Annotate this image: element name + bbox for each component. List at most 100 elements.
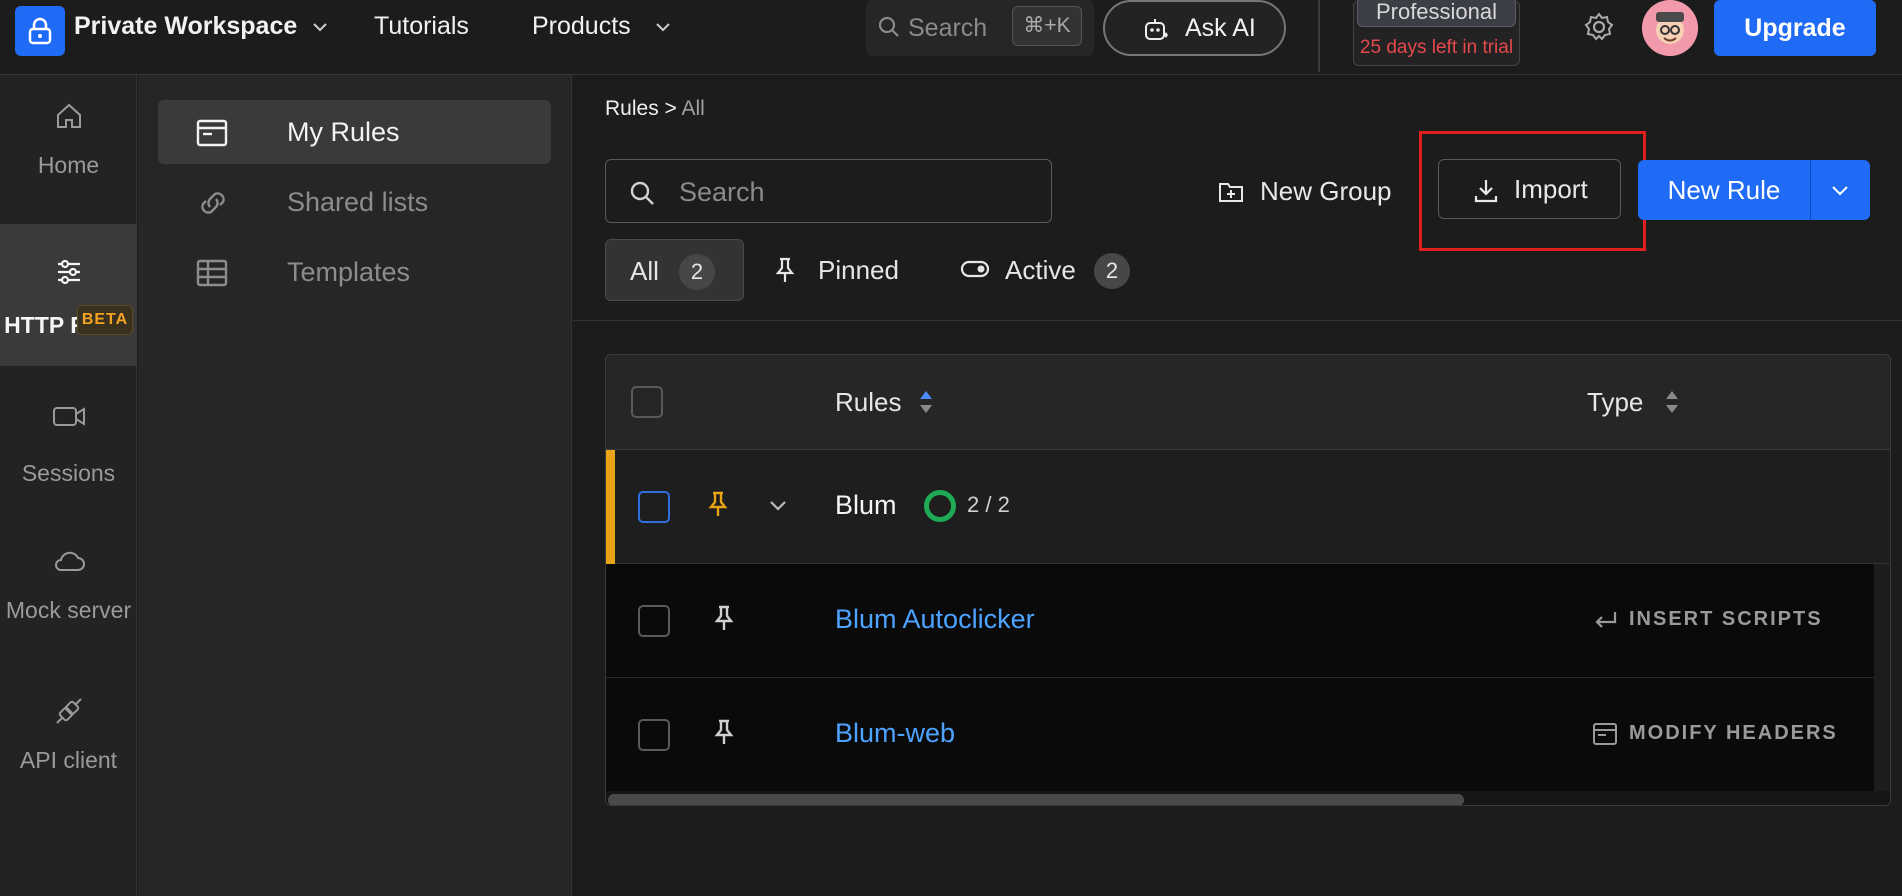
chevron-down-icon[interactable] [653, 17, 673, 42]
table-icon [196, 259, 228, 292]
chevron-down-icon[interactable] [767, 494, 789, 521]
pin-icon[interactable] [712, 718, 736, 751]
workspace-name[interactable]: Private Workspace [74, 12, 297, 41]
divider [1810, 160, 1811, 220]
plan-status[interactable]: Professional 25 days left in trial [1353, 0, 1520, 66]
scrollbar-thumb[interactable] [608, 794, 1464, 805]
plan-badge: Professional [1357, 0, 1516, 27]
group-checkbox[interactable] [638, 491, 670, 523]
rules-sidebar: My Rules Shared lists Templates [138, 75, 572, 896]
new-rule-button[interactable]: New Rule [1638, 160, 1870, 220]
link-icon [196, 189, 230, 222]
table-row[interactable]: Blum Autoclicker INSERT SCRIPTS [606, 564, 1874, 678]
nav-sessions[interactable]: Sessions [0, 400, 137, 500]
column-header-type[interactable]: Type [1587, 387, 1643, 418]
row-checkbox[interactable] [638, 719, 670, 751]
upgrade-button[interactable]: Upgrade [1714, 0, 1876, 56]
filter-all[interactable]: All 2 [605, 239, 744, 301]
chevron-down-icon[interactable] [1828, 178, 1852, 207]
sidebar-item-label: Templates [287, 257, 411, 287]
rule-name-link[interactable]: Blum-web [835, 718, 955, 749]
nav-mock-server-label: Mock server [5, 597, 132, 623]
nav-api-client[interactable]: API client [0, 695, 137, 795]
video-icon [0, 400, 137, 438]
chevron-down-icon[interactable] [310, 17, 330, 42]
beta-badge: BETA [77, 305, 133, 335]
nav-sessions-label: Sessions [21, 460, 116, 486]
ask-ai-button[interactable]: Ask AI [1103, 0, 1286, 56]
nav-home[interactable]: Home [0, 100, 137, 190]
table-row[interactable]: Blum-web MODIFY HEADERS [606, 678, 1874, 792]
home-icon [0, 100, 137, 138]
sidebar-item-shared-lists[interactable]: Shared lists [158, 170, 551, 234]
gear-icon[interactable] [1582, 10, 1616, 49]
breadcrumb: Rules > All [605, 97, 705, 121]
new-rule-label[interactable]: New Rule [1638, 160, 1810, 220]
divider [573, 320, 1902, 321]
filter-active-count: 2 [1094, 253, 1130, 289]
select-all-checkbox[interactable] [631, 386, 663, 418]
sort-icon[interactable] [1664, 389, 1680, 420]
group-row[interactable]: Blum 2 / 2 [606, 450, 1890, 564]
main-content: Rules > All Search New Group Import New … [573, 75, 1902, 896]
nav-mock-server[interactable]: Mock server [0, 545, 137, 645]
breadcrumb-separator: > [664, 97, 677, 120]
filter-pinned[interactable]: Pinned [773, 239, 923, 301]
cloud-icon [0, 545, 137, 583]
rule-name-link[interactable]: Blum Autoclicker [835, 604, 1035, 635]
group-accent-bar [606, 450, 615, 564]
filter-all-label: All [630, 256, 659, 286]
group-active-count: 2 / 2 [967, 492, 1010, 517]
products-menu[interactable]: Products [532, 12, 631, 41]
primary-nav: Home HTTP Rules Sessions Mock server API… [0, 75, 137, 896]
breadcrumb-root[interactable]: Rules [605, 97, 659, 120]
return-arrow-icon [1591, 608, 1619, 637]
sliders-icon [0, 256, 137, 294]
tutorials-link[interactable]: Tutorials [374, 12, 469, 41]
plug-icon [0, 695, 137, 733]
filter-pinned-label: Pinned [818, 255, 899, 285]
user-avatar[interactable] [1642, 0, 1698, 56]
group-name[interactable]: Blum [835, 490, 897, 521]
search-icon [628, 179, 656, 212]
pin-icon[interactable] [712, 604, 736, 637]
pin-icon[interactable] [706, 490, 730, 523]
new-group-label: New Group [1260, 176, 1392, 206]
search-shortcut: ⌘+K [1012, 6, 1082, 46]
folder-plus-icon [1218, 180, 1244, 209]
sidebar-item-templates[interactable]: Templates [158, 240, 551, 304]
sidebar-item-label: My Rules [287, 117, 400, 147]
browser-window-icon [196, 119, 228, 152]
filter-active[interactable]: Active 2 [960, 239, 1160, 301]
filter-all-count: 2 [679, 254, 715, 290]
row-checkbox[interactable] [638, 605, 670, 637]
rules-search-input[interactable]: Search [605, 159, 1052, 223]
nav-api-client-label: API client [19, 747, 118, 773]
divider [1318, 0, 1320, 72]
sidebar-item-label: Shared lists [287, 187, 429, 217]
top-bar: Private Workspace Tutorials Products Sea… [0, 0, 1902, 75]
workspace-lock-icon[interactable] [15, 6, 65, 56]
toggle-icon [960, 259, 990, 284]
column-header-rules[interactable]: Rules [835, 387, 901, 418]
global-search-placeholder: Search [908, 14, 988, 42]
pin-icon [773, 256, 797, 289]
rule-type: MODIFY HEADERS [1629, 722, 1838, 744]
sort-icon[interactable] [918, 389, 934, 420]
trial-remaining: 25 days left in trial [1359, 37, 1514, 58]
table-header: Rules Type [606, 355, 1890, 450]
rules-table: Rules Type Blum 2 / 2 Blum Autoclicker I… [605, 354, 1891, 806]
rules-search-placeholder: Search [679, 177, 765, 207]
nav-home-label: Home [37, 152, 100, 178]
sidebar-item-my-rules[interactable]: My Rules [158, 100, 551, 164]
nav-http-rules[interactable]: HTTP Rules [0, 224, 137, 366]
filter-active-label: Active [1005, 255, 1076, 285]
breadcrumb-current: All [681, 97, 705, 120]
ai-robot-icon [1141, 15, 1171, 50]
search-icon [876, 14, 902, 45]
global-search[interactable]: Search ⌘+K [866, 0, 1094, 56]
active-status-icon [924, 490, 956, 522]
ask-ai-label: Ask AI [1185, 14, 1256, 42]
import-highlight-box [1419, 131, 1646, 251]
browser-window-icon [1591, 722, 1619, 751]
